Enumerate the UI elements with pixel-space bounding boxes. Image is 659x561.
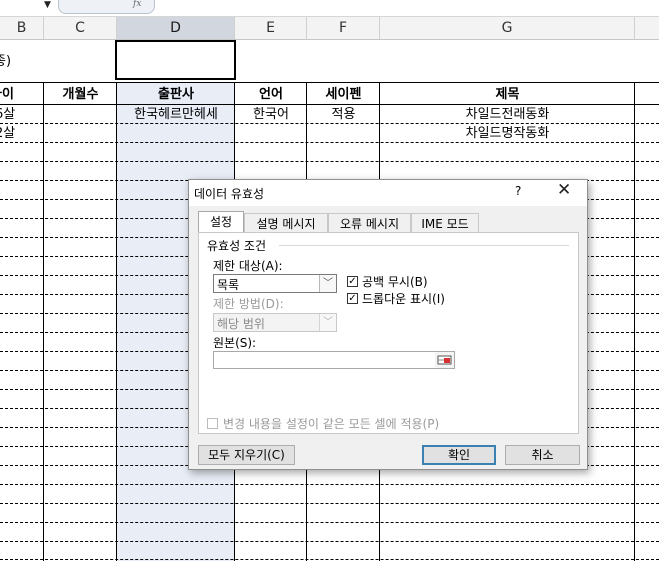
data-validation-dialog: 데이터 유효성 ? ✕ 설정 설명 메시지 오류 메시지 IME 모드 유효성 … — [188, 179, 588, 470]
ok-button[interactable]: 확인 — [422, 445, 496, 465]
column-header-row: B C D E F G — [0, 17, 659, 40]
header-language[interactable]: 언어 — [235, 86, 307, 104]
method-select: 해당 범위 ﹀ — [213, 313, 337, 332]
header-months[interactable]: 개월수 — [44, 86, 117, 104]
method-select-value: 해당 범위 — [217, 317, 265, 331]
row-line — [0, 522, 659, 523]
dropdown-checkbox[interactable]: ✓ — [347, 293, 358, 304]
header-row-border-bottom — [0, 104, 659, 105]
row-line — [0, 541, 659, 542]
header-publisher[interactable]: 출판사 — [117, 86, 235, 104]
header-age[interactable]: 나이 — [0, 86, 30, 104]
row-1-saypen[interactable]: 적용 — [307, 106, 380, 124]
column-line — [634, 82, 635, 561]
partial-title-cell[interactable]: 종) — [0, 53, 24, 71]
formula-bar: ▼ fx — [0, 0, 659, 17]
tab-error-message[interactable]: 오류 메시지 — [328, 213, 411, 233]
allow-select-value: 목록 — [217, 278, 240, 292]
dialog-titlebar[interactable]: 데이터 유효성 ? ✕ — [189, 180, 587, 206]
apply-all-label: 변경 내용을 설정이 같은 모든 셀에 적용(P) — [223, 417, 440, 431]
tab-settings[interactable]: 설정 — [198, 211, 244, 233]
source-label: 원본(S): — [213, 336, 257, 350]
row-line — [0, 142, 659, 143]
row-line — [0, 503, 659, 504]
range-select-icon — [437, 355, 452, 365]
clear-all-button[interactable]: 모두 지우기(C) — [198, 445, 295, 465]
row-line — [0, 559, 659, 560]
fx-icon[interactable]: fx — [133, 0, 141, 9]
validation-criteria-label: 유효성 조건 — [207, 237, 271, 254]
source-input[interactable] — [213, 351, 455, 369]
row-2-title[interactable]: 차일드명작동화 — [380, 125, 635, 143]
row-line — [0, 484, 659, 485]
group-divider — [279, 245, 569, 246]
row-2-age[interactable]: 2살 — [0, 125, 25, 143]
column-header-e[interactable]: E — [235, 17, 307, 39]
chevron-down-icon: ﹀ — [319, 314, 336, 331]
column-header-c[interactable]: C — [44, 17, 117, 39]
column-line — [116, 82, 117, 561]
tab-input-message[interactable]: 설명 메시지 — [244, 213, 328, 233]
selected-cell-border — [115, 40, 236, 80]
column-line — [43, 82, 44, 561]
row-1-publisher[interactable]: 한국헤르만헤세 — [117, 106, 235, 124]
cancel-button[interactable]: 취소 — [505, 445, 580, 465]
column-header-d[interactable]: D — [117, 17, 235, 39]
allow-label: 제한 대상(A): — [213, 259, 283, 273]
close-icon[interactable]: ✕ — [557, 180, 571, 200]
column-header-h[interactable] — [635, 17, 659, 39]
header-title[interactable]: 제목 — [380, 86, 635, 104]
row-1-language[interactable]: 한국어 — [235, 106, 307, 124]
apply-all-checkbox — [207, 418, 218, 429]
settings-panel: 유효성 조건 제한 대상(A): 목록 ﹀ ✓ 공백 무시(B) ✓ 드롭다운 … — [198, 232, 579, 434]
column-header-b[interactable]: B — [0, 17, 44, 39]
dialog-title: 데이터 유효성 — [194, 187, 265, 201]
row-1-title[interactable]: 차일드전래동화 — [380, 106, 635, 124]
dropdown-label[interactable]: 드롭다운 표시(I) — [362, 290, 445, 307]
ignore-blank-checkbox[interactable]: ✓ — [347, 276, 358, 287]
chevron-down-icon[interactable]: ﹀ — [319, 275, 336, 292]
column-header-g[interactable]: G — [380, 17, 635, 39]
row-line — [0, 123, 659, 124]
row-1-age[interactable]: 6살 — [0, 106, 25, 124]
column-header-f[interactable]: F — [307, 17, 380, 39]
method-label: 제한 방법(D): — [213, 297, 284, 311]
ignore-blank-label[interactable]: 공백 무시(B) — [362, 273, 428, 290]
name-box-dropdown-icon[interactable]: ▼ — [44, 0, 51, 10]
row-line — [0, 161, 659, 162]
header-saypen[interactable]: 세이펜 — [307, 86, 380, 104]
allow-select[interactable]: 목록 ﹀ — [213, 274, 337, 293]
help-button[interactable]: ? — [515, 184, 521, 198]
header-row-border — [0, 82, 659, 83]
tab-ime-mode[interactable]: IME 모드 — [411, 213, 479, 233]
range-select-button[interactable] — [435, 352, 454, 368]
